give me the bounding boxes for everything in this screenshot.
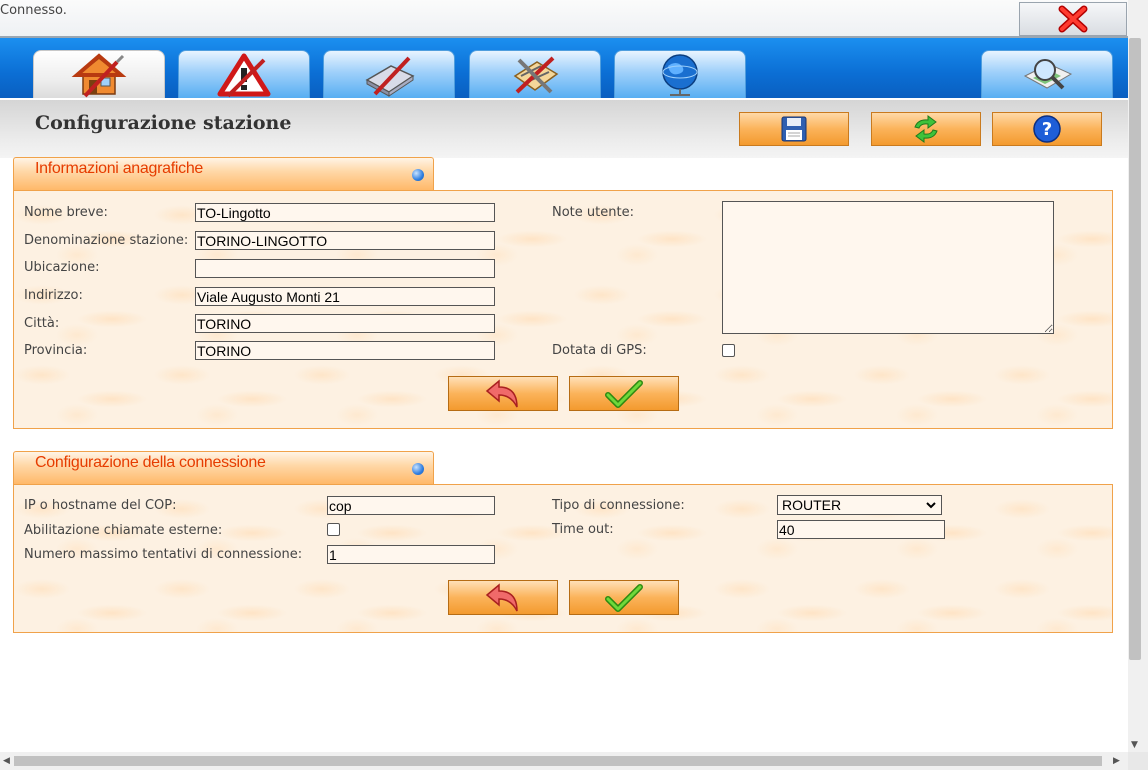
svg-text:?: ? <box>1042 119 1052 140</box>
checkmark-icon <box>605 583 643 612</box>
timeout-input[interactable] <box>777 520 945 539</box>
indirizzo-input[interactable] <box>195 287 495 306</box>
connessione-undo-button[interactable] <box>448 580 558 615</box>
scrollbar-corner <box>1128 752 1148 770</box>
tipo-connessione-select[interactable]: ROUTER <box>777 495 942 515</box>
abilitazione-label: Abilitazione chiamate esterne: <box>24 523 223 538</box>
network-globe-icon <box>662 53 698 96</box>
tab-alarms[interactable] <box>178 50 310 98</box>
chevron-down-icon <box>926 502 936 509</box>
tab-configuration[interactable] <box>469 50 601 98</box>
anagrafica-confirm-button[interactable] <box>569 376 679 411</box>
disk-tools-icon <box>365 56 415 97</box>
save-icon <box>781 116 807 142</box>
save-button[interactable] <box>739 112 849 146</box>
citta-label: Città: <box>24 316 60 331</box>
denominazione-input[interactable] <box>195 231 495 250</box>
denominazione-label: Denominazione stazione: <box>24 233 189 248</box>
provincia-label: Provincia: <box>24 343 88 358</box>
section-anagrafica-header: Informazioni anagrafiche <box>13 157 434 191</box>
tab-network[interactable] <box>614 50 746 98</box>
ip-hostname-input[interactable] <box>327 496 495 515</box>
section-anagrafica-title: Informazioni anagrafiche <box>35 160 204 177</box>
undo-arrow-icon <box>485 582 518 611</box>
citta-input[interactable] <box>195 314 495 333</box>
tentativi-input[interactable] <box>327 545 495 564</box>
gps-checkbox[interactable] <box>722 344 735 357</box>
tab-home-station[interactable] <box>33 50 165 98</box>
provincia-input[interactable] <box>195 341 495 360</box>
refresh-button[interactable] <box>871 112 981 146</box>
gps-label: Dotata di GPS: <box>552 343 647 358</box>
connessione-confirm-button[interactable] <box>569 580 679 615</box>
tab-storage[interactable] <box>323 50 455 98</box>
settings-tools-icon <box>513 56 559 93</box>
home-tools-icon <box>71 52 127 97</box>
help-icon: ? <box>1033 115 1061 143</box>
tipo-connessione-value: ROUTER <box>782 497 842 513</box>
anagrafica-undo-button[interactable] <box>448 376 558 411</box>
indirizzo-label: Indirizzo: <box>24 288 83 303</box>
ip-hostname-label: IP o hostname del COP: <box>24 498 177 513</box>
connection-status-text: Connesso. <box>0 3 67 18</box>
close-button[interactable] <box>1019 2 1127 36</box>
tipo-connessione-label: Tipo di connessione: <box>552 498 685 513</box>
search-map-icon <box>1023 58 1073 89</box>
tentativi-label: Numero massimo tentativi di connessione: <box>24 547 303 562</box>
checkmark-icon <box>605 379 643 408</box>
nome-breve-input[interactable] <box>195 203 495 222</box>
tab-search-map[interactable] <box>981 50 1113 98</box>
vertical-scroll-thumb[interactable] <box>1129 38 1141 660</box>
scroll-right-arrow-icon[interactable]: ▶ <box>1113 756 1120 766</box>
abilitazione-checkbox[interactable] <box>327 523 340 536</box>
horizontal-scroll-thumb[interactable] <box>14 756 1102 766</box>
ubicazione-input[interactable] <box>195 259 495 278</box>
refresh-icon <box>914 115 938 143</box>
page-title: Configurazione stazione <box>35 112 292 134</box>
scroll-down-arrow-icon[interactable]: ▼ <box>1131 740 1138 750</box>
section-connessione-header: Configurazione della connessione <box>13 451 434 485</box>
section-connessione-title: Configurazione della connessione <box>35 454 266 471</box>
collapse-toggle-icon[interactable] <box>412 169 424 181</box>
help-button[interactable]: ? <box>992 112 1102 146</box>
nome-breve-label: Nome breve: <box>24 205 108 220</box>
warning-tools-icon <box>217 53 271 97</box>
note-utente-textarea[interactable] <box>722 201 1054 334</box>
close-icon <box>1058 5 1088 33</box>
collapse-toggle-icon[interactable] <box>412 463 424 475</box>
scroll-left-arrow-icon[interactable]: ◀ <box>3 756 10 766</box>
note-utente-label: Note utente: <box>552 205 634 220</box>
ubicazione-label: Ubicazione: <box>24 260 100 275</box>
undo-arrow-icon <box>485 378 518 407</box>
timeout-label: Time out: <box>552 522 614 537</box>
status-bar: Connesso. <box>0 0 1128 38</box>
